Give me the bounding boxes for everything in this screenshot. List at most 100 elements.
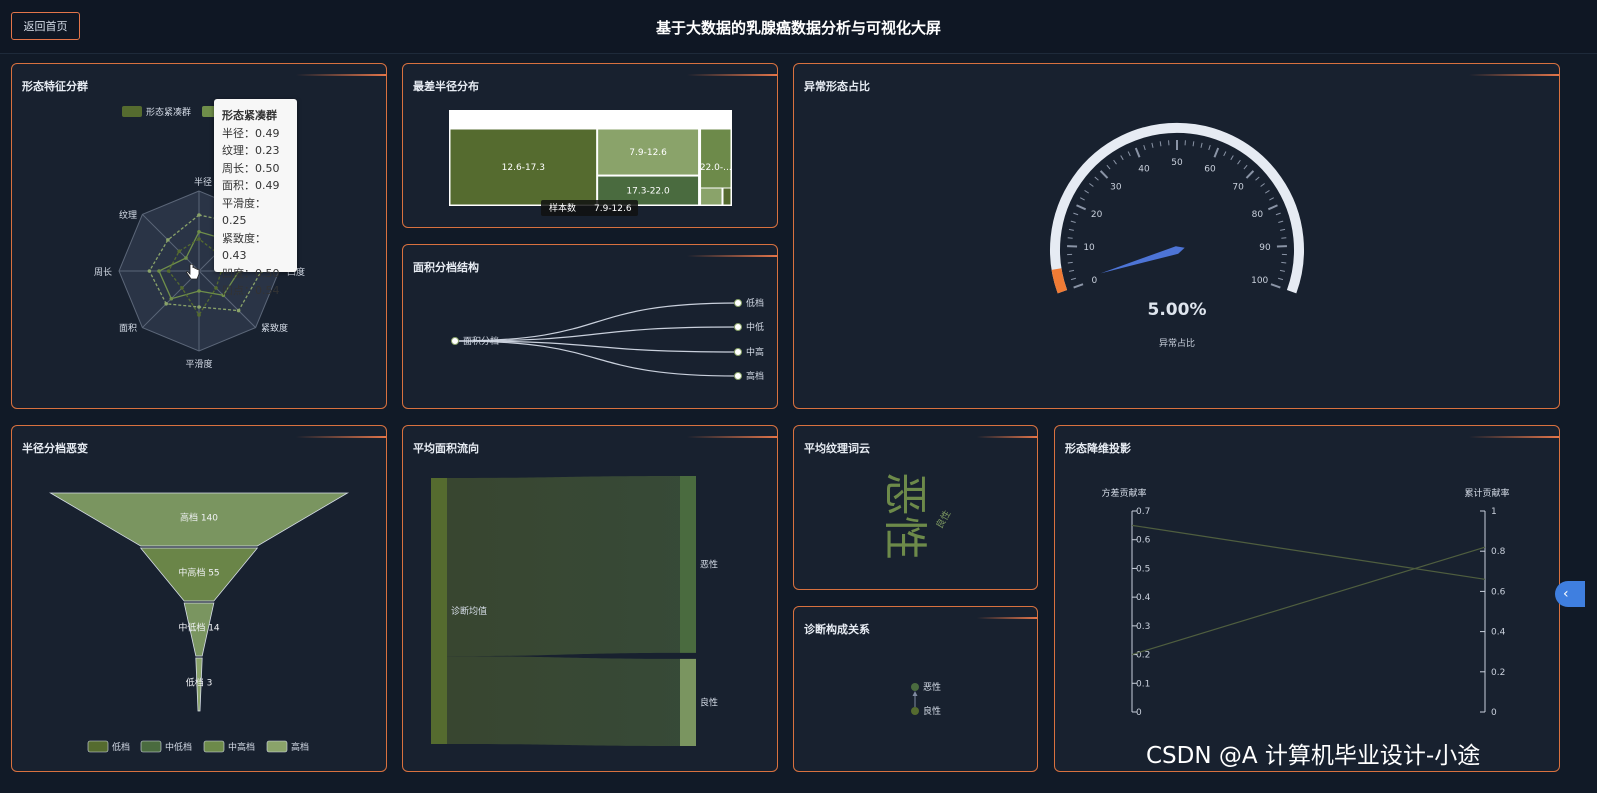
legend-label: 中高档	[228, 741, 255, 753]
page-title: 基于大数据的乳腺癌数据分析与可视化大屏	[655, 19, 941, 37]
legend-label: 中低档	[165, 741, 192, 753]
tooltip-row: 凹度：0.50	[222, 266, 280, 280]
tree-root-node	[451, 337, 459, 345]
tooltip-row: 半径：0.49	[222, 126, 280, 140]
gauge-progress	[1051, 268, 1068, 294]
gauge-tick	[1260, 183, 1265, 187]
treemap-cell-label: 22.0-...	[700, 163, 732, 173]
legend-swatch	[140, 740, 162, 753]
gauge-tick-label: 40	[1138, 164, 1150, 174]
parallel-tick-label: 1	[1491, 507, 1497, 517]
sankey-chart[interactable]: 恶性良性 诊断均值	[403, 426, 778, 772]
parallel-tick-label: 0.4	[1491, 628, 1506, 638]
tooltip-row: 纹理：0.23	[222, 144, 280, 157]
parallel-tick-label: 0.2	[1491, 668, 1505, 678]
treemap-tooltip-value: 7.9-12.6	[594, 204, 632, 214]
radar-point	[184, 256, 188, 260]
treemap-cell-label: 7.9-12.6	[629, 148, 667, 158]
gauge-tick-label: 20	[1091, 210, 1103, 220]
tree-leaf-label: 低档	[746, 297, 764, 309]
parallel-chart[interactable]: 方差贡献率 0 0.1 0.2 0.3 0.4 0.5 0.6 0.7 累计贡献率 0 0.2 0.4 0…	[1055, 426, 1560, 772]
gauge-tick	[1255, 176, 1260, 181]
graph-chart[interactable]: 恶性良性	[794, 607, 1038, 772]
sankey-target-label: 良性	[700, 696, 718, 708]
gauge-tick-label: 70	[1232, 183, 1244, 193]
tree-chart[interactable]: 面积分档 低档中低中高高档	[403, 245, 778, 409]
funnel-chart[interactable]: 高档 140 中高档 55 中低档 14 低档 3 低档 中低档 中高档 高档	[12, 426, 387, 772]
tooltip-row: 紧致度：0.43	[222, 231, 266, 263]
tree-leaf-node	[734, 372, 742, 380]
sankey-link	[447, 476, 680, 657]
gauge-tick	[1080, 197, 1085, 201]
sankey-link	[447, 656, 680, 746]
gauge-tick	[1267, 204, 1278, 211]
tree-leaf-label: 中低	[746, 321, 764, 333]
gauge-tick	[1073, 212, 1079, 216]
parallel-tick-label: 0.7	[1136, 507, 1150, 517]
treemap-cell-label: 17.3-22.0	[626, 187, 670, 197]
wordcloud-chart[interactable]: 恶性 良性	[794, 426, 1038, 590]
gauge-tick	[1223, 151, 1227, 157]
radar-point	[197, 313, 201, 317]
graph-node-label: 恶性	[923, 681, 941, 693]
gauge-tick	[1243, 164, 1248, 170]
radar-point	[147, 269, 152, 273]
collapse-chevron-icon[interactable]: ‹	[1555, 581, 1585, 607]
gauge-tick	[1067, 237, 1073, 239]
radar-point	[169, 296, 174, 301]
tree-leaf-label: 高档	[746, 370, 764, 382]
gauge-tick	[1070, 277, 1077, 281]
funnel-label: 中高档 55	[178, 567, 219, 579]
radar-point	[197, 213, 201, 217]
gauge-value: 5.00%	[1148, 300, 1207, 320]
funnel-label: 中低档 14	[178, 622, 220, 634]
radar-chart[interactable]: 形态紧凑群半径凹度紧致度平滑度面积周长纹理	[12, 64, 387, 409]
gauge-tick-label: 0	[1091, 276, 1097, 286]
gauge-tick	[1269, 197, 1274, 201]
gauge-tick-label: 90	[1259, 243, 1271, 253]
tooltip-row: 平滑度：0.25	[222, 196, 266, 228]
panel-sankey: 平均面积流向 恶性 良性 诊断均值	[402, 425, 778, 772]
gauge-label: 异常占比	[1159, 337, 1195, 349]
radar-point	[166, 269, 171, 273]
radar-point	[197, 305, 201, 309]
panel-treemap: 最差半径分布 12.6-17.3 7.9-12.6 17.3-22.0 22.0-..…	[402, 63, 778, 228]
gauge-tick	[1099, 170, 1109, 179]
sankey-source-node	[431, 478, 447, 744]
parallel-tick-label: 0.2	[1136, 651, 1150, 661]
treemap-chart[interactable]: 12.6-17.3 7.9-12.6 17.3-22.0 22.0-... 样本数 7.9…	[403, 64, 778, 228]
gauge-tick	[1281, 237, 1287, 239]
gauge-tick-label: 80	[1252, 210, 1264, 220]
legend-swatch	[87, 740, 109, 753]
tooltip-title: 形态紧凑群	[222, 109, 277, 122]
sankey-target-node	[680, 476, 696, 653]
gauge-tick	[1073, 283, 1084, 289]
radar-indicator-label: 半径	[194, 176, 212, 188]
panel-tree: 面积分档结构 面积分档 低档 中低 中高 高档	[402, 244, 778, 409]
radar-point	[214, 286, 218, 290]
gauge-tick	[1151, 142, 1154, 148]
legend-swatch	[122, 106, 142, 117]
radar-point	[197, 230, 201, 234]
parallel-tick-label: 0.6	[1491, 587, 1506, 597]
radar-point	[197, 237, 201, 241]
graph-node	[911, 707, 919, 715]
funnel-label: 低档 3	[186, 677, 213, 689]
gauge-tick-label: 10	[1083, 243, 1095, 253]
gauge-tick	[1277, 277, 1284, 281]
gauge-tick	[1200, 142, 1203, 148]
gauge-tick	[1275, 212, 1281, 216]
panel-parallel: 形态降维投影 方差贡献率 0 0.1 0.2 0.3 0.4 0.5 0.6 0.7 累计贡献率 0…	[1054, 425, 1560, 772]
gauge-tick	[1264, 189, 1270, 194]
gauge-tick	[1270, 283, 1281, 289]
gauge-tick	[1208, 144, 1211, 151]
gauge-tick	[1143, 144, 1146, 151]
wordcloud-word: 恶性	[879, 472, 930, 560]
gauge-tick	[1106, 164, 1111, 170]
tree-leaf-node	[734, 299, 742, 307]
radar-point	[177, 249, 182, 254]
radar-point	[180, 286, 184, 290]
gauge-tick-label: 30	[1110, 183, 1122, 193]
parallel-tick-label: 0.1	[1136, 679, 1150, 689]
radar-tooltip: 形态紧凑群 半径：0.49 纹理：0.23 周长：0.50 面积：0.49 平滑…	[214, 99, 297, 297]
